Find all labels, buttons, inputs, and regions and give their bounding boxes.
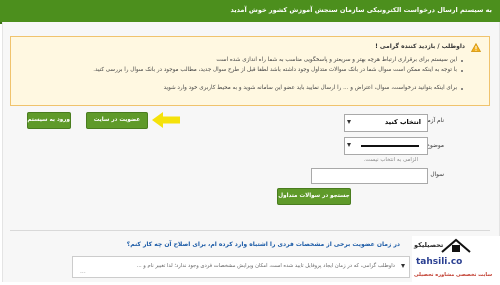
page-title: به سیستم ارسال درخواست الکترونیکی سازمان… (230, 6, 492, 14)
divider (10, 230, 490, 231)
bullet-icon (461, 60, 463, 62)
search-faq-button[interactable]: جستجو در سوالات متداول (277, 188, 351, 205)
topic-select[interactable] (344, 137, 428, 155)
notice-box: داوطلب / بازدید کننده گرامی ! این سیستم … (10, 36, 490, 106)
chevron-down-icon (347, 143, 351, 147)
book-logo-icon (441, 238, 471, 253)
exam-select[interactable]: انتخاب کنید (344, 114, 428, 132)
exam-select-value: انتخاب کنید (384, 118, 421, 126)
required-hint: الزامی به انتخاب نیست. (363, 157, 418, 163)
bullet-icon (461, 70, 463, 72)
placeholder-line (361, 145, 419, 147)
watermark-line1: تحصیلیکو (414, 241, 444, 249)
notice-title: داوطلب / بازدید کننده گرامی ! (375, 43, 465, 50)
chevron-down-icon (347, 120, 351, 124)
watermark-brand: tahsili.co (416, 257, 463, 267)
watermark-logo: تحصیلیکو tahsili.co سایت تخصصی مشاوره تح… (412, 236, 500, 285)
faq-answer-box[interactable]: داوطلب گرامی، که در زمان ایجاد پروفایل ت… (72, 256, 410, 278)
question-input[interactable] (311, 168, 428, 184)
bullet-icon (461, 88, 463, 90)
notice-line: برای اینکه بتوانید درخواست، سوال، اعتراض… (163, 85, 457, 91)
notice-line: با توجه به اینکه ممکن است سوال شما در با… (93, 67, 457, 73)
topic-label: موضوع (426, 143, 444, 149)
login-button[interactable]: ورود به سیستم (27, 112, 71, 129)
faq-question-link[interactable]: در زمان عضویت برخی از مشخصات فردی را اشت… (127, 241, 400, 248)
question-label: سوال (430, 172, 444, 178)
faq-more-dots: ... (80, 268, 86, 275)
watermark-line2: سایت تخصصی مشاوره تحصیلی (414, 272, 493, 278)
register-button[interactable]: عضویت در سایت (86, 112, 148, 129)
warning-triangle-icon (471, 43, 481, 52)
header-bar: به سیستم ارسال درخواست الکترونیکی سازمان… (0, 0, 500, 24)
chevron-down-icon (401, 264, 405, 268)
notice-line: این سیستم برای برقراری ارتباط هرچه بهتر … (216, 57, 457, 63)
faq-answer-preview: داوطلب گرامی، که در زمان ایجاد پروفایل ت… (136, 263, 395, 269)
yellow-arrow-icon (152, 112, 180, 128)
